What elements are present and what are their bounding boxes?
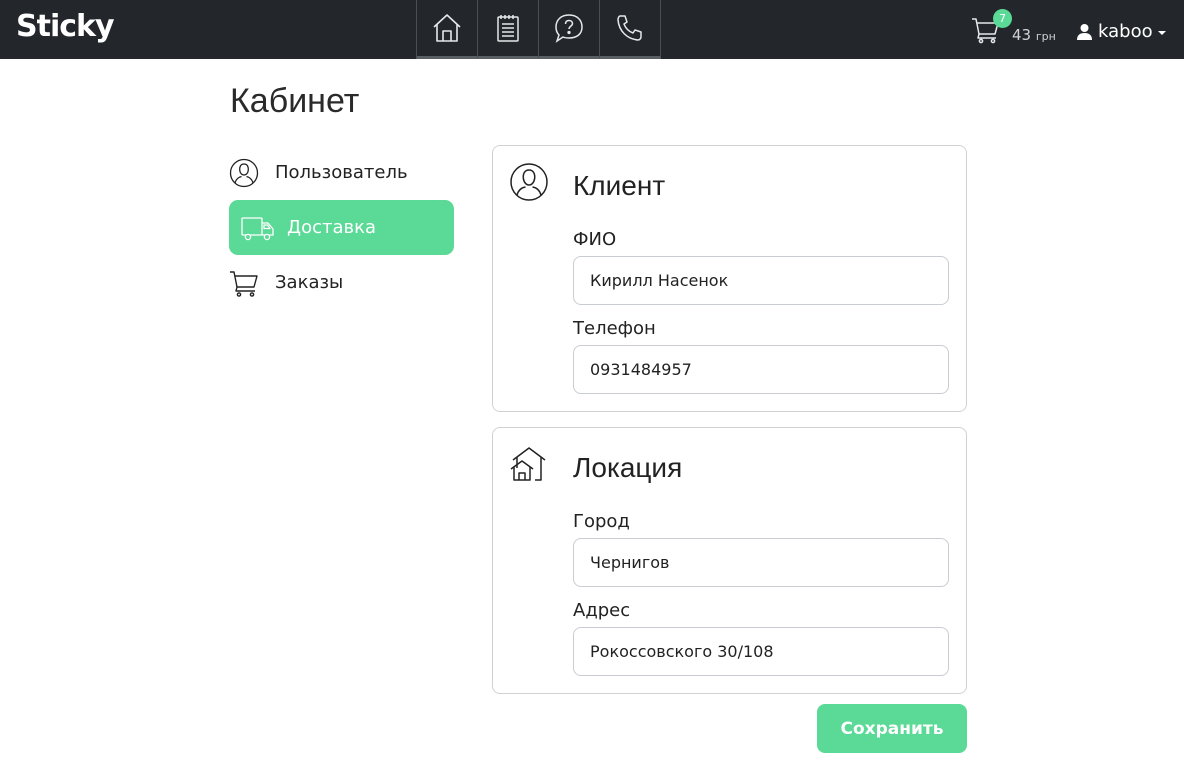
user-circle-icon bbox=[229, 158, 259, 187]
nav-home[interactable] bbox=[417, 0, 478, 59]
question-bubble-icon bbox=[555, 14, 583, 43]
phone-icon bbox=[617, 15, 642, 41]
name-field[interactable] bbox=[573, 256, 949, 305]
home-icon bbox=[433, 14, 461, 42]
sidebar-item-label: Доставка bbox=[287, 217, 376, 238]
sidebar-item-orders[interactable]: Заказы bbox=[229, 255, 454, 310]
cart-total-amount: 43 bbox=[1012, 26, 1032, 44]
nav-phone[interactable] bbox=[600, 0, 661, 59]
name-label: ФИО bbox=[573, 229, 617, 250]
location-card: Локация Город Адрес bbox=[492, 427, 967, 694]
notepad-icon bbox=[497, 15, 519, 42]
cart-icon bbox=[230, 270, 258, 297]
client-title: Клиент bbox=[573, 170, 666, 201]
location-title: Локация bbox=[573, 452, 683, 483]
address-label: Адрес bbox=[573, 600, 631, 621]
sidebar-item-user[interactable]: Пользователь bbox=[229, 145, 454, 200]
user-circle-icon bbox=[510, 163, 548, 201]
main-nav bbox=[416, 0, 661, 59]
houses-icon bbox=[510, 447, 546, 481]
phone-label: Телефон bbox=[573, 318, 656, 339]
sidebar-item-label: Заказы bbox=[275, 272, 344, 293]
user-icon bbox=[1077, 24, 1092, 40]
cart-currency: грн bbox=[1035, 30, 1056, 43]
chevron-down-icon bbox=[1157, 31, 1166, 35]
city-field[interactable] bbox=[573, 538, 949, 587]
client-card: Клиент ФИО Телефон bbox=[492, 145, 967, 412]
city-label: Город bbox=[573, 511, 630, 532]
address-field[interactable] bbox=[573, 627, 949, 676]
phone-field[interactable] bbox=[573, 345, 949, 394]
sidebar-item-delivery[interactable]: Доставка bbox=[229, 200, 454, 255]
logo[interactable]: Sticky bbox=[16, 9, 115, 44]
truck-icon bbox=[241, 216, 274, 240]
cart-count-badge: 7 bbox=[993, 9, 1012, 28]
user-menu[interactable]: kaboo bbox=[1076, 21, 1166, 42]
cart-total: 43 грн bbox=[1012, 26, 1056, 44]
sidebar-item-label: Пользователь bbox=[275, 162, 408, 183]
nav-help[interactable] bbox=[539, 0, 600, 59]
page-title: Кабинет bbox=[230, 82, 360, 120]
top-bar: Sticky 7 43 грн kaboo bbox=[0, 0, 1184, 59]
save-button[interactable]: Сохранить bbox=[817, 704, 967, 753]
nav-notes[interactable] bbox=[478, 0, 539, 59]
user-name: kaboo bbox=[1098, 21, 1153, 42]
